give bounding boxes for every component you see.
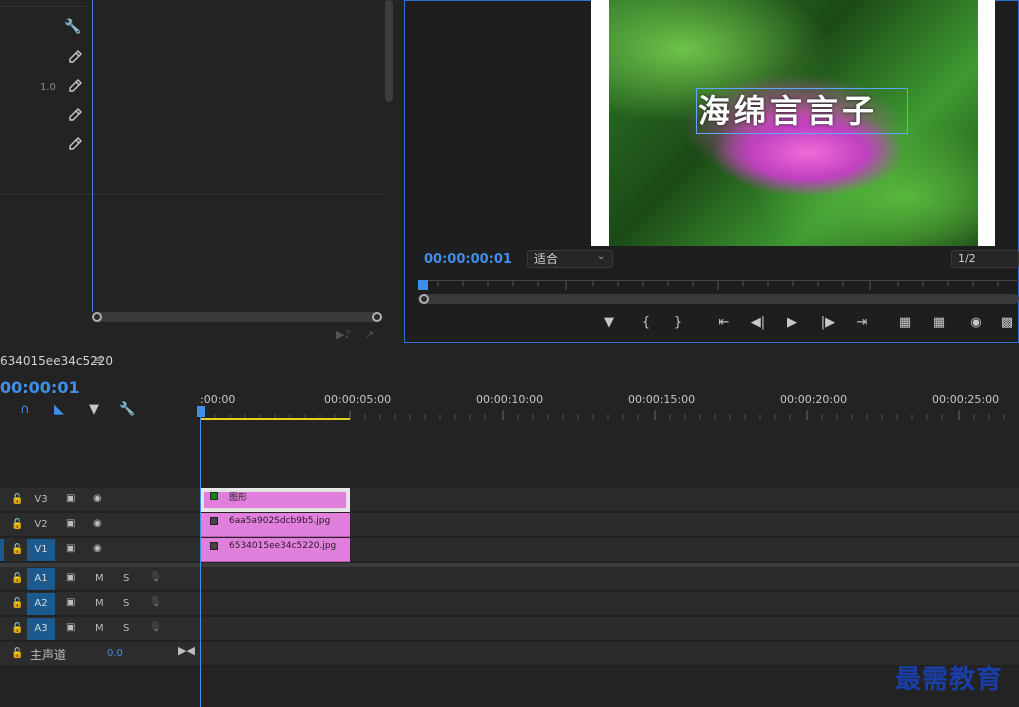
lock-icon[interactable]: 🔓 bbox=[11, 623, 23, 634]
eyedropper-icon[interactable] bbox=[67, 108, 83, 124]
title-text[interactable]: 海绵言言子 bbox=[698, 90, 908, 132]
sync-lock-icon[interactable]: ▣ bbox=[66, 597, 75, 608]
step-forward-icon[interactable]: |▶ bbox=[818, 314, 838, 332]
eye-icon[interactable]: ◉ bbox=[93, 543, 102, 554]
divider bbox=[0, 194, 385, 195]
clip-graphic-body[interactable] bbox=[204, 492, 346, 508]
fx-playhead-line bbox=[92, 0, 93, 312]
mark-in-icon[interactable]: { bbox=[636, 314, 656, 332]
sync-lock-icon[interactable]: ▣ bbox=[66, 518, 75, 529]
solo-button[interactable]: S bbox=[123, 598, 129, 609]
mark-out-icon[interactable]: } bbox=[668, 314, 688, 332]
clip-type-icon bbox=[210, 517, 218, 525]
chevron-down-icon: ⌄ bbox=[597, 251, 606, 262]
timeline-playhead-handle[interactable] bbox=[197, 406, 205, 417]
track-name-v3[interactable]: V3 bbox=[27, 489, 55, 511]
master-track-label: 主声道 bbox=[30, 648, 67, 662]
wrench-icon[interactable]: 🔧 bbox=[64, 19, 81, 35]
clip-type-icon bbox=[210, 542, 218, 550]
sync-lock-icon[interactable]: ▣ bbox=[66, 572, 75, 583]
lock-icon[interactable]: 🔓 bbox=[11, 648, 23, 659]
bowtie-icon[interactable]: ▶◀ bbox=[178, 644, 195, 657]
microphone-icon[interactable]: 🎙 bbox=[149, 597, 162, 608]
mute-button[interactable]: M bbox=[95, 623, 104, 634]
track-name-a1[interactable]: A1 bbox=[27, 568, 55, 590]
solo-button[interactable]: S bbox=[123, 623, 129, 634]
extract-icon[interactable]: ▦ bbox=[929, 314, 949, 332]
lock-icon[interactable]: 🔓 bbox=[11, 598, 23, 609]
add-marker-icon[interactable]: ▼ bbox=[86, 402, 102, 418]
sync-lock-icon[interactable]: ▣ bbox=[66, 622, 75, 633]
master-volume-value[interactable]: 0.0 bbox=[107, 648, 123, 659]
go-to-out-icon[interactable]: ⇥ bbox=[852, 314, 872, 332]
eye-icon[interactable]: ◉ bbox=[93, 518, 102, 529]
ruler-label: 00:00:20:00 bbox=[780, 393, 848, 406]
linked-selection-icon[interactable]: ◣ bbox=[51, 402, 67, 418]
ruler-label: :00:00 bbox=[200, 393, 236, 406]
monitor-time-ruler[interactable] bbox=[418, 280, 1019, 294]
add-marker-icon[interactable]: ▼ bbox=[599, 314, 619, 332]
track-lane-a3[interactable] bbox=[200, 617, 1019, 641]
solo-button[interactable]: S bbox=[123, 573, 129, 584]
mute-button[interactable]: M bbox=[95, 573, 104, 584]
play-audio-icon[interactable]: ▶♪ bbox=[336, 328, 351, 341]
resolution-dropdown[interactable]: 1/2 bbox=[951, 250, 1019, 268]
divider bbox=[0, 6, 86, 7]
monitor-playhead[interactable] bbox=[418, 280, 428, 290]
ruler-label: 00:00:25:00 bbox=[932, 393, 1000, 406]
track-lane-a1[interactable] bbox=[200, 567, 1019, 591]
ruler-label: 00:00:10:00 bbox=[476, 393, 544, 406]
program-timecode[interactable]: 00:00:00:01 bbox=[424, 252, 512, 267]
opacity-value[interactable]: 1.0 bbox=[40, 82, 58, 93]
lock-icon[interactable]: 🔓 bbox=[11, 573, 23, 584]
track-lane-a2[interactable] bbox=[200, 592, 1019, 616]
track-name-a3[interactable]: A3 bbox=[27, 618, 55, 640]
effect-controls-properties bbox=[0, 0, 92, 320]
export-icon[interactable]: ↗ bbox=[365, 328, 374, 341]
track-name-v1[interactable]: V1 bbox=[27, 539, 55, 561]
ruler-label: 00:00:05:00 bbox=[324, 393, 392, 406]
clip-label: 图形 bbox=[229, 493, 248, 503]
microphone-icon[interactable]: 🎙 bbox=[149, 622, 162, 633]
scroll-handle-left[interactable] bbox=[92, 312, 102, 322]
camera-icon[interactable]: ◉ bbox=[966, 314, 986, 332]
mute-button[interactable]: M bbox=[95, 598, 104, 609]
clip-type-icon bbox=[210, 492, 218, 500]
timeline-empty-area bbox=[200, 420, 1019, 488]
source-patch-v1[interactable] bbox=[0, 539, 4, 561]
ruler-label: 00:00:15:00 bbox=[628, 393, 696, 406]
step-back-icon[interactable]: ◀| bbox=[748, 314, 768, 332]
comparison-view-icon[interactable]: ▩ bbox=[997, 314, 1017, 332]
scroll-handle-right[interactable] bbox=[372, 312, 382, 322]
timeline-ruler[interactable] bbox=[199, 388, 1019, 420]
timeline-playhead-line[interactable] bbox=[200, 417, 201, 707]
lift-icon[interactable]: ▦ bbox=[895, 314, 915, 332]
microphone-icon[interactable]: 🎙 bbox=[149, 572, 162, 583]
horizontal-scrollbar[interactable] bbox=[94, 312, 379, 322]
track-name-v2[interactable]: V2 bbox=[27, 514, 55, 536]
watermark-logo: 最需教育 bbox=[895, 665, 1004, 695]
timeline-timecode[interactable]: 00:00:01 bbox=[0, 378, 80, 397]
eye-icon[interactable]: ◉ bbox=[93, 493, 102, 504]
track-name-a2[interactable]: A2 bbox=[27, 593, 55, 615]
eyedropper-icon[interactable] bbox=[67, 50, 83, 66]
eyedropper-icon[interactable] bbox=[67, 79, 83, 95]
lock-icon[interactable]: 🔓 bbox=[11, 544, 23, 555]
lock-icon[interactable]: 🔓 bbox=[11, 494, 23, 505]
zoom-handle[interactable] bbox=[419, 294, 429, 304]
sync-lock-icon[interactable]: ▣ bbox=[66, 543, 75, 554]
snap-icon[interactable]: ∩ bbox=[17, 402, 33, 418]
sync-lock-icon[interactable]: ▣ bbox=[66, 493, 75, 504]
panel-menu-icon[interactable]: ≡ bbox=[93, 353, 103, 367]
play-icon[interactable]: ▶ bbox=[782, 314, 802, 332]
eyedropper-icon[interactable] bbox=[67, 137, 83, 153]
go-to-in-icon[interactable]: ⇤ bbox=[714, 314, 734, 332]
wrench-icon[interactable]: 🔧 bbox=[119, 402, 135, 418]
vertical-scrollbar[interactable] bbox=[385, 0, 393, 102]
clip-label: 6aa5a902Sdcb9b5.jpg bbox=[229, 516, 331, 526]
monitor-zoom-bar[interactable] bbox=[418, 294, 1019, 304]
clip-label: 6534015ee34c5220.jpg bbox=[229, 541, 337, 551]
lock-icon[interactable]: 🔓 bbox=[11, 519, 23, 530]
